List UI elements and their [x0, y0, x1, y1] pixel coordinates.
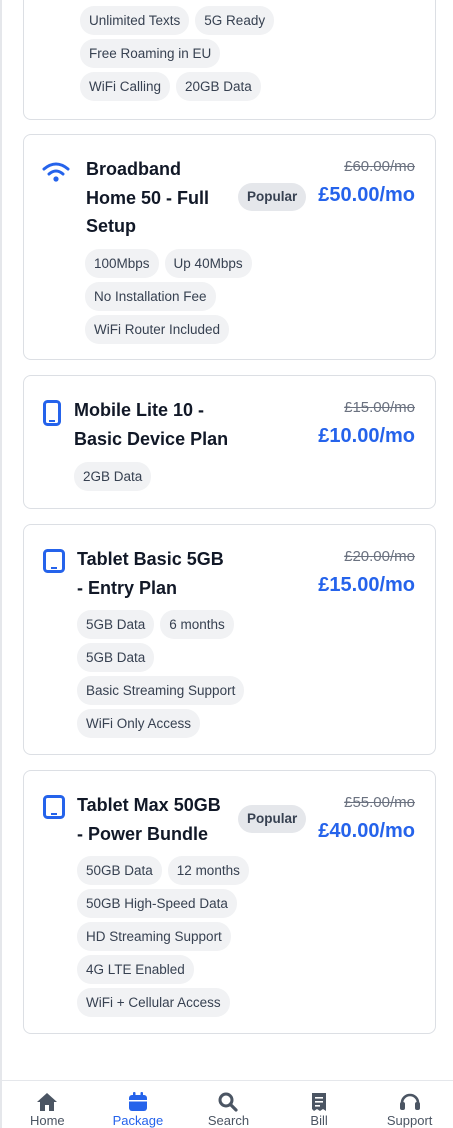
- tab-support[interactable]: Support: [364, 1081, 453, 1128]
- feature-chip: 5GB Data: [77, 610, 155, 639]
- package-card[interactable]: Unlimited Texts 5G Ready Free Roaming in …: [23, 0, 436, 120]
- feature-chip: WiFi + Cellular Access: [77, 988, 230, 1017]
- feature-chip: 6 months: [160, 610, 234, 639]
- package-icon: [128, 1092, 147, 1111]
- tab-label: Support: [386, 1113, 433, 1128]
- feature-chip: WiFi Calling: [80, 72, 171, 101]
- feature-chip: 5G Ready: [195, 6, 275, 35]
- package-title: Tablet Basic 5GB - Entry Plan: [77, 549, 224, 598]
- feature-chip: No Installation Fee: [85, 282, 216, 311]
- package-card[interactable]: Broadband Home 50 - Full Setup Popular £…: [23, 134, 436, 360]
- feature-chip: 100Mbps: [85, 249, 159, 278]
- original-price: £60.00/mo: [344, 158, 415, 175]
- feature-chip: Free Roaming in EU: [80, 39, 221, 68]
- home-icon: [37, 1093, 58, 1111]
- feature-chips: Unlimited Texts 5G Ready Free Roaming in …: [80, 6, 350, 105]
- tab-package[interactable]: Package: [93, 1081, 184, 1128]
- tab-home[interactable]: Home: [2, 1081, 93, 1128]
- tab-label: Search: [207, 1113, 250, 1128]
- original-price: £55.00/mo: [344, 794, 415, 811]
- tab-bill[interactable]: Bill: [274, 1081, 365, 1128]
- feature-chip: 4G LTE Enabled: [77, 955, 194, 984]
- feature-chip: 5GB Data: [77, 643, 155, 672]
- app-frame: Unlimited Texts 5G Ready Free Roaming in …: [0, 0, 453, 1128]
- wifi-icon: [42, 161, 70, 188]
- feature-chip: 2GB Data: [74, 462, 152, 491]
- feature-chip: Up 40Mbps: [164, 249, 252, 278]
- package-title: Broadband Home 50 - Full Setup: [86, 159, 210, 236]
- package-title: Mobile Lite 10 - Basic Device Plan: [74, 400, 229, 449]
- bottom-nav: Home Package Search Bill Support: [2, 1080, 453, 1128]
- tab-label: Home: [29, 1113, 65, 1128]
- original-price: £20.00/mo: [344, 548, 415, 565]
- feature-chip: HD Streaming Support: [77, 922, 231, 951]
- package-card[interactable]: Tablet Max 50GB - Power Bundle Popular £…: [23, 770, 436, 1034]
- tablet-icon: [43, 795, 65, 824]
- current-price: £10.00/mo: [318, 425, 415, 447]
- feature-chip: Unlimited Texts: [80, 6, 190, 35]
- mobile-phone-icon: [43, 400, 61, 431]
- package-title: Tablet Max 50GB - Power Bundle: [77, 795, 221, 844]
- package-card[interactable]: Mobile Lite 10 - Basic Device Plan £15.0…: [23, 375, 436, 509]
- tab-label: Package: [112, 1113, 164, 1128]
- search-icon: [218, 1092, 239, 1112]
- feature-chip: WiFi Only Access: [77, 709, 201, 738]
- original-price: £15.00/mo: [344, 399, 415, 416]
- headset-icon: [399, 1093, 420, 1110]
- feature-chips: 50GB Data 12 months 50GB High-Speed Data …: [77, 856, 337, 1021]
- feature-chip: 12 months: [167, 856, 249, 885]
- feature-chip: 50GB Data: [77, 856, 162, 885]
- feature-chip: 50GB High-Speed Data: [77, 889, 237, 918]
- current-price: £50.00/mo: [318, 184, 415, 206]
- feature-chip: WiFi Router Included: [85, 315, 230, 344]
- tab-label: Bill: [310, 1113, 328, 1128]
- current-price: £15.00/mo: [318, 574, 415, 596]
- tab-search[interactable]: Search: [183, 1081, 274, 1128]
- popular-badge: Popular: [238, 183, 307, 211]
- feature-chips: 100Mbps Up 40Mbps No Installation Fee WiF…: [85, 249, 345, 348]
- bill-icon: [312, 1093, 327, 1111]
- tablet-icon: [43, 549, 65, 578]
- popular-badge: Popular: [238, 805, 307, 833]
- feature-chip: 20GB Data: [176, 72, 261, 101]
- current-price: £40.00/mo: [318, 820, 415, 842]
- feature-chip: Basic Streaming Support: [77, 676, 245, 705]
- feature-chips: 2GB Data: [74, 462, 334, 495]
- feature-chips: 5GB Data 6 months 5GB Data Basic Streamin…: [77, 610, 337, 742]
- package-card[interactable]: Tablet Basic 5GB - Entry Plan £20.00/mo …: [23, 524, 436, 755]
